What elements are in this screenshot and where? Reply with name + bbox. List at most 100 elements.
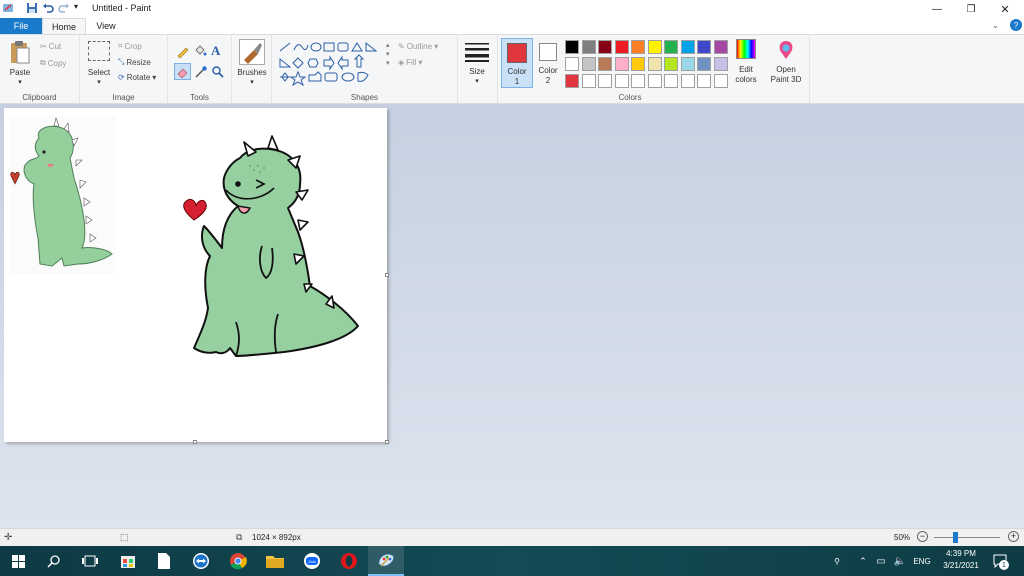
rotate-button[interactable]: ⟳ Rotate ▾ bbox=[118, 73, 156, 82]
taskbar-app-store[interactable] bbox=[110, 546, 146, 576]
palette-color-swatch[interactable] bbox=[680, 57, 695, 71]
volume-icon[interactable]: 🔈 bbox=[891, 546, 909, 576]
taskbar-teamviewer[interactable] bbox=[183, 546, 219, 576]
palette-color-swatch[interactable] bbox=[664, 57, 678, 71]
people-icon[interactable]: ⚲ bbox=[828, 546, 846, 576]
search-button[interactable] bbox=[36, 546, 72, 576]
rotate-label: Rotate bbox=[126, 73, 151, 82]
color-picker-icon[interactable] bbox=[194, 65, 208, 79]
taskbar-file-explorer[interactable] bbox=[257, 546, 293, 576]
edit-colors-button[interactable]: Edit colors bbox=[733, 39, 759, 89]
zoom-out-button[interactable]: − bbox=[917, 531, 928, 542]
palette-color-swatch[interactable] bbox=[647, 40, 662, 54]
taskbar-opera[interactable] bbox=[331, 546, 367, 576]
collapse-ribbon-icon[interactable]: ⌄ bbox=[992, 21, 999, 30]
restore-button[interactable]: ❐ bbox=[954, 0, 988, 18]
fill-button[interactable]: ◈ Fill ▾ bbox=[398, 58, 422, 67]
cut-button[interactable]: ✂ Cut bbox=[40, 42, 61, 51]
paste-button[interactable]: Paste ▾ bbox=[8, 39, 34, 91]
close-button[interactable]: ✕ bbox=[988, 0, 1022, 18]
customize-quick-access-icon[interactable]: ▾ bbox=[74, 2, 86, 14]
palette-color-swatch[interactable] bbox=[614, 40, 629, 54]
palette-color-swatch[interactable] bbox=[697, 40, 711, 54]
palette-color-swatch[interactable] bbox=[713, 57, 728, 71]
palette-color-swatch[interactable] bbox=[631, 74, 645, 88]
redo-icon[interactable] bbox=[58, 2, 70, 14]
palette-color-swatch[interactable] bbox=[631, 40, 645, 54]
save-icon[interactable] bbox=[26, 2, 38, 14]
undo-icon[interactable] bbox=[42, 2, 54, 14]
start-button[interactable] bbox=[0, 546, 36, 576]
palette-color-swatch[interactable] bbox=[581, 57, 596, 71]
palette-color-swatch[interactable] bbox=[647, 74, 662, 88]
action-center-button[interactable]: 1 bbox=[990, 546, 1010, 576]
copy-button[interactable]: ⧉ Copy bbox=[40, 58, 66, 68]
taskbar-chrome[interactable] bbox=[220, 546, 256, 576]
color1-button[interactable]: Color 1 bbox=[501, 38, 533, 88]
language-indicator[interactable]: ENG bbox=[910, 546, 934, 576]
taskbar: Zalo ⚲ ⌃ ▭ 🔈 ENG 4:39 PM 3/21/2021 1 bbox=[0, 546, 1024, 576]
palette-color-swatch[interactable] bbox=[565, 57, 579, 71]
paint-app-icon[interactable] bbox=[2, 2, 14, 14]
palette-color-swatch[interactable] bbox=[713, 74, 728, 88]
drawing-canvas[interactable] bbox=[4, 108, 389, 444]
palette-color-swatch[interactable] bbox=[664, 40, 678, 54]
window-title: Untitled - Paint bbox=[92, 3, 152, 13]
eraser-button[interactable] bbox=[174, 63, 191, 80]
select-button[interactable]: Select ▾ bbox=[85, 41, 113, 89]
palette-color-swatch[interactable] bbox=[697, 57, 711, 71]
magnifier-icon[interactable] bbox=[211, 65, 225, 79]
resize-button[interactable]: ⤡ Resize bbox=[118, 57, 151, 67]
clock[interactable]: 4:39 PM 3/21/2021 bbox=[938, 548, 984, 574]
tab-home[interactable]: Home bbox=[42, 18, 86, 35]
palette-color-swatch[interactable] bbox=[697, 74, 711, 88]
taskbar-paint[interactable] bbox=[368, 546, 404, 576]
help-icon[interactable]: ? bbox=[1010, 19, 1022, 31]
resize-handle-corner[interactable] bbox=[385, 440, 389, 444]
image-group: Select ▾ ⌗ Crop ⤡ Resize ⟳ Rotate ▾ Image bbox=[80, 35, 168, 104]
palette-color-swatch[interactable] bbox=[598, 57, 612, 71]
crop-button[interactable]: ⌗ Crop bbox=[118, 41, 142, 51]
palette-color-swatch[interactable] bbox=[565, 40, 579, 54]
resize-handle-right[interactable] bbox=[385, 273, 389, 277]
size-button[interactable]: Size ▾ bbox=[464, 41, 492, 89]
palette-color-swatch[interactable] bbox=[631, 57, 645, 71]
minimize-button[interactable]: — bbox=[920, 0, 954, 18]
zoom-slider-thumb[interactable] bbox=[953, 532, 959, 543]
color2-label: Color bbox=[538, 66, 558, 75]
open-paint3d-button[interactable]: Open Paint 3D bbox=[766, 39, 806, 89]
taskbar-notepad[interactable] bbox=[146, 546, 182, 576]
shapes-gallery-icon[interactable] bbox=[278, 41, 390, 87]
fill-bucket-icon[interactable] bbox=[193, 44, 207, 58]
show-hidden-icons-icon[interactable]: ⌃ bbox=[856, 546, 870, 576]
palette-color-swatch[interactable] bbox=[598, 74, 612, 88]
palette-color-swatch[interactable] bbox=[713, 40, 728, 54]
brushes-button[interactable]: Brushes ▾ bbox=[237, 39, 267, 91]
shapes-scroll-icon[interactable]: ▴ ▾ ▾ bbox=[386, 41, 390, 68]
palette-color-swatch[interactable] bbox=[680, 40, 695, 54]
text-tool-icon[interactable]: A bbox=[211, 43, 220, 59]
task-view-button[interactable] bbox=[72, 546, 108, 576]
palette-color-swatch[interactable] bbox=[664, 74, 678, 88]
outline-button[interactable]: ✎ Outline ▾ bbox=[398, 42, 438, 51]
zoom-slider-track[interactable] bbox=[934, 537, 1000, 538]
palette-color-swatch[interactable] bbox=[598, 40, 612, 54]
palette-color-swatch[interactable] bbox=[614, 57, 629, 71]
taskbar-zalo[interactable]: Zalo bbox=[294, 546, 330, 576]
size-label: Size bbox=[469, 67, 485, 76]
palette-color-swatch[interactable] bbox=[680, 74, 695, 88]
palette-color-swatch[interactable] bbox=[647, 57, 662, 71]
svg-text:Zalo: Zalo bbox=[308, 559, 317, 564]
color2-button[interactable]: Color 2 bbox=[535, 38, 561, 88]
palette-color-swatch[interactable] bbox=[581, 74, 596, 88]
tab-view[interactable]: View bbox=[86, 18, 126, 34]
resize-handle-bottom[interactable] bbox=[193, 440, 197, 444]
network-icon[interactable]: ▭ bbox=[872, 546, 890, 576]
clipboard-group-label: Clipboard bbox=[22, 93, 57, 102]
pencil-icon[interactable] bbox=[176, 44, 190, 58]
tab-file[interactable]: File bbox=[0, 18, 42, 34]
palette-color-swatch[interactable] bbox=[565, 74, 579, 88]
palette-color-swatch[interactable] bbox=[614, 74, 629, 88]
palette-color-swatch[interactable] bbox=[581, 40, 596, 54]
zoom-in-button[interactable]: + bbox=[1008, 531, 1019, 542]
